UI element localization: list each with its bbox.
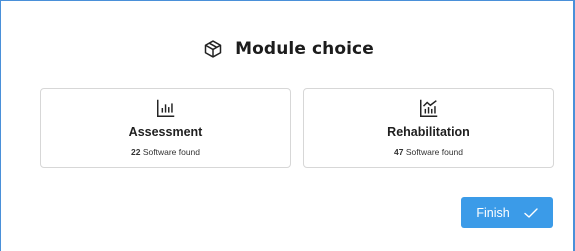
bar-chart-icon	[155, 97, 177, 119]
finish-button-label: Finish	[476, 205, 510, 220]
card-title: Rehabilitation	[387, 125, 470, 139]
software-count-text: 47 Software found	[394, 147, 463, 157]
software-count: 22	[130, 147, 141, 157]
software-count-label: Software found	[405, 147, 464, 157]
dialog-frame: Module choice Assessment 22 Software fou…	[0, 0, 575, 251]
card-title: Assessment	[128, 125, 203, 139]
software-count-label: Software found	[142, 147, 201, 157]
finish-button[interactable]: Finish	[461, 197, 553, 228]
module-card-rehabilitation[interactable]: Rehabilitation 47 Software found	[303, 88, 554, 168]
software-count: 47	[393, 147, 404, 157]
line-bar-chart-icon	[418, 97, 440, 119]
check-icon	[523, 207, 538, 219]
module-cards: Assessment 22 Software found Rehabilitat…	[40, 88, 554, 168]
header: Module choice	[1, 39, 575, 59]
module-card-assessment[interactable]: Assessment 22 Software found	[40, 88, 291, 168]
software-count-text: 22 Software found	[131, 147, 200, 157]
page-title: Module choice	[235, 39, 374, 59]
cube-icon	[203, 39, 223, 59]
